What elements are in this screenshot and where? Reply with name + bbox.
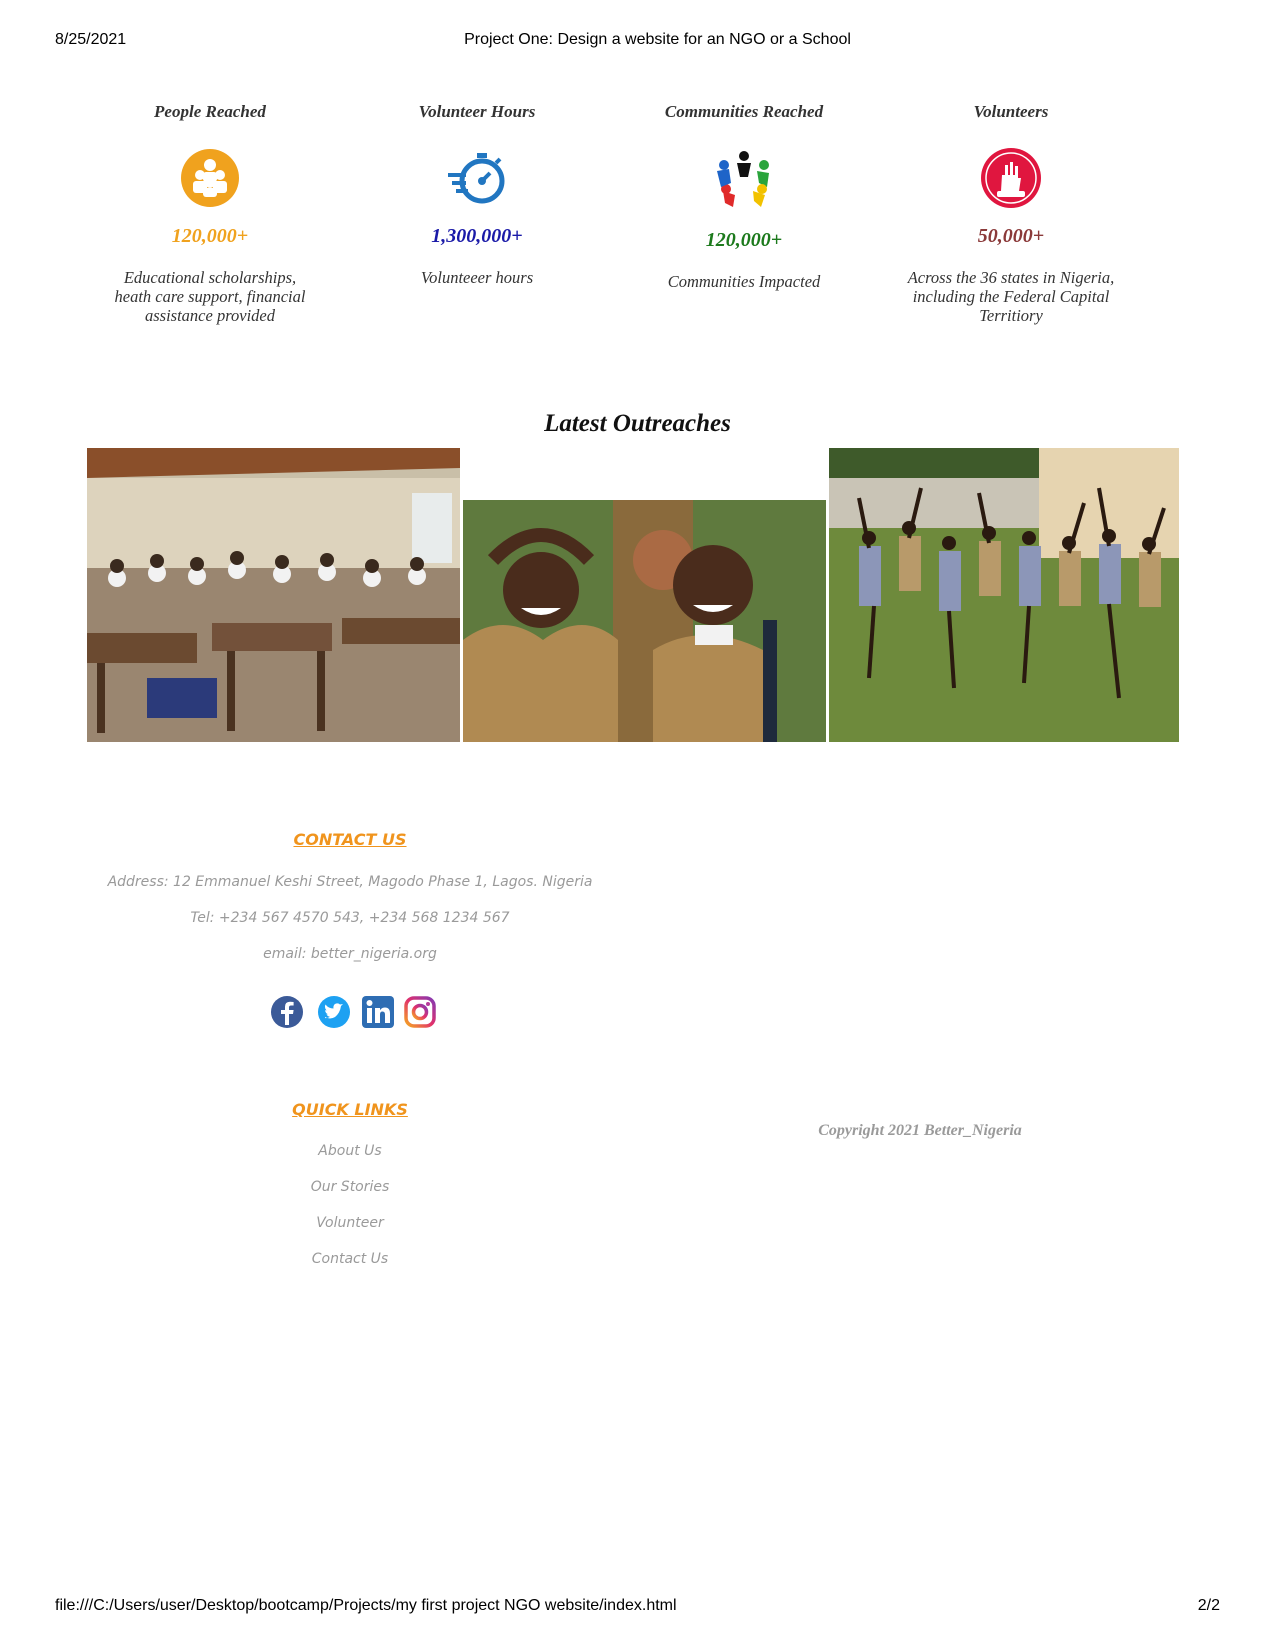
quick-link-our-stories[interactable]: Our Stories xyxy=(150,1179,550,1195)
stat-title: People Reached xyxy=(154,102,266,121)
stats-section: People Reached 120,000+ Educational scho… xyxy=(70,100,1195,340)
stat-title: Communities Reached xyxy=(664,102,824,121)
print-page-number: 2/2 xyxy=(1197,1597,1220,1614)
stat-description: Across the 36 states in Nigeria, includi… xyxy=(907,268,1115,325)
contact-phone: Tel: +234 567 4570 543, +234 568 1234 56… xyxy=(190,910,510,926)
stat-volunteers: Volunteers 50,000+ Across the 36 states … xyxy=(871,100,1151,325)
quick-link-about-us[interactable]: About Us xyxy=(150,1143,550,1159)
facebook-icon[interactable] xyxy=(270,995,304,1029)
linkedin-icon[interactable] xyxy=(361,995,395,1029)
contact-address: Address: 12 Emmanuel Keshi Street, Magod… xyxy=(107,874,593,890)
community-circle-icon xyxy=(717,151,769,207)
print-page-title: Project One: Design a website for an NGO… xyxy=(464,31,851,48)
quick-link-volunteer[interactable]: Volunteer xyxy=(150,1215,550,1231)
stat-value: 1,300,000+ xyxy=(431,225,523,247)
instagram-icon[interactable] xyxy=(403,995,437,1029)
stat-communities-reached: Communities Reached 120,000+ Communities… xyxy=(604,100,884,291)
quick-links-heading: QUICK LINKS xyxy=(292,1100,408,1119)
social-links xyxy=(270,995,445,1035)
stat-value: 120,000+ xyxy=(171,225,249,247)
stat-value: 120,000+ xyxy=(705,229,783,251)
stat-title: Volunteers xyxy=(973,102,1049,121)
copyright-text: Copyright 2021 Better_Nigeria xyxy=(818,1122,1022,1139)
stat-title: Volunteer Hours xyxy=(418,102,536,121)
volunteer-hands-icon xyxy=(981,148,1041,208)
people-group-icon xyxy=(181,149,239,207)
smiling-children-photo xyxy=(463,500,826,742)
children-dancing-photo xyxy=(829,448,1179,742)
contact-heading: CONTACT US xyxy=(293,830,407,849)
stat-description: Communities Impacted xyxy=(667,272,821,291)
stat-description: Educational scholarships, heath care sup… xyxy=(114,268,306,325)
stat-volunteer-hours: Volunteer Hours 1,300,000+ Volunteeer ho… xyxy=(337,100,617,287)
print-file-url: file:///C:/Users/user/Desktop/bootcamp/P… xyxy=(55,1597,677,1614)
stat-value: 50,000+ xyxy=(977,225,1045,247)
classroom-photo xyxy=(87,448,460,742)
stopwatch-icon xyxy=(448,153,505,204)
outreaches-heading: Latest Outreaches xyxy=(544,410,731,437)
quick-link-contact-us[interactable]: Contact Us xyxy=(150,1251,550,1267)
stat-people-reached: People Reached 120,000+ Educational scho… xyxy=(70,100,350,325)
contact-email: email: better_nigeria.org xyxy=(263,946,437,962)
stat-description: Volunteeer hours xyxy=(420,268,534,287)
twitter-icon[interactable] xyxy=(317,995,351,1029)
